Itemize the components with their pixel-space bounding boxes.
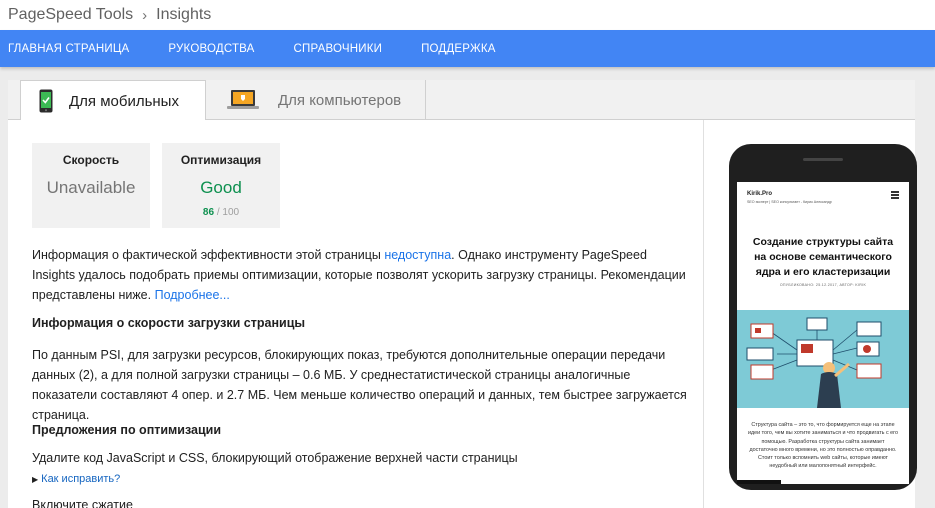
nav-item-support[interactable]: ПОДДЕРЖКА [421,43,496,55]
preview-site-name: Kirik.Pro [747,191,773,197]
learn-more-link[interactable]: Подробнее... [155,288,230,302]
nav-item-reference[interactable]: СПРАВОЧНИКИ [294,43,383,55]
speed-score-card: Скорость Unavailable [32,143,150,228]
results-panel: Скорость Unavailable Оптимизация Good 86… [8,120,917,508]
preview-bottom-bar [737,480,781,484]
nav-item-guides[interactable]: РУКОВОДСТВА [168,43,254,55]
optimization-section-heading: Предложения по оптимизации [32,423,222,437]
tab-desktop-label: Для компьютеров [278,91,402,109]
optimization-score-number: 86 / 100 [162,207,280,218]
phone-speaker [803,158,843,161]
optimization-score-card: Оптимизация Good 86 / 100 [162,143,280,228]
preview-article-title: Создание структуры сайта на основе семан… [752,236,894,278]
tab-mobile[interactable]: Для мобильных [20,80,206,121]
preview-illustration [737,310,909,408]
hamburger-menu-icon [891,191,899,200]
intro-text-1: Информация о фактической эффективности э… [32,248,385,262]
how-to-fix-label: Как исправить? [41,473,121,485]
intro-paragraph: Информация о фактической эффективности э… [32,245,692,305]
preview-article-meta: ОПУБЛИКОВАНО: 25.12.2017, АВТОР: KIRIK [779,283,867,287]
smartphone-icon [39,89,53,113]
speed-score-value: Unavailable [46,178,136,197]
main-nav: ГЛАВНАЯ СТРАНИЦА РУКОВОДСТВА СПРАВОЧНИКИ… [0,30,935,67]
nav-item-home[interactable]: ГЛАВНАЯ СТРАНИЦА [8,43,129,55]
tab-desktop[interactable]: Для компьютеров [206,80,426,120]
speed-score-label: Скорость [62,153,120,167]
optimization-score-label: Оптимизация [180,153,262,167]
mobile-preview-screen: Kirik.Pro SEO эксперт | SEO консультант … [737,182,909,484]
speed-section-heading: Информация о скорости загрузки страницы [32,316,306,330]
optimization-score: 86 [202,207,215,218]
panel-divider [703,120,704,508]
breadcrumb-separator: › [142,6,148,24]
app-title[interactable]: PageSpeed Tools [8,6,133,24]
rule-enable-compression[interactable]: Включите сжатие [32,495,692,508]
preview-site-subtitle: SEO эксперт | SEO консультант - Кирик Ал… [747,200,832,204]
expand-triangle-icon: ▶ [32,475,39,484]
speed-section-text: По данным PSI, для загрузки ресурсов, бл… [32,348,687,422]
optimization-score-max: / 100 [216,207,240,218]
how-to-fix-link[interactable]: ▶ Как исправить? [32,469,692,490]
optimization-score-value: Good [200,178,242,197]
unavailable-link[interactable]: недоступна [384,248,451,262]
mobile-preview-phone: Kirik.Pro SEO эксперт | SEO консультант … [729,144,917,490]
preview-excerpt: Структура сайта – это то, что формируетс… [747,422,899,470]
laptop-icon [226,89,260,111]
breadcrumb: PageSpeed Tools › Insights [0,0,935,30]
rule-render-blocking[interactable]: Удалите код JavaScript и CSS, блокирующи… [32,448,692,468]
page-title: Insights [156,6,212,23]
tab-mobile-label: Для мобильных [69,92,179,110]
device-tabs: Для мобильных Для компьютеров [8,80,915,121]
